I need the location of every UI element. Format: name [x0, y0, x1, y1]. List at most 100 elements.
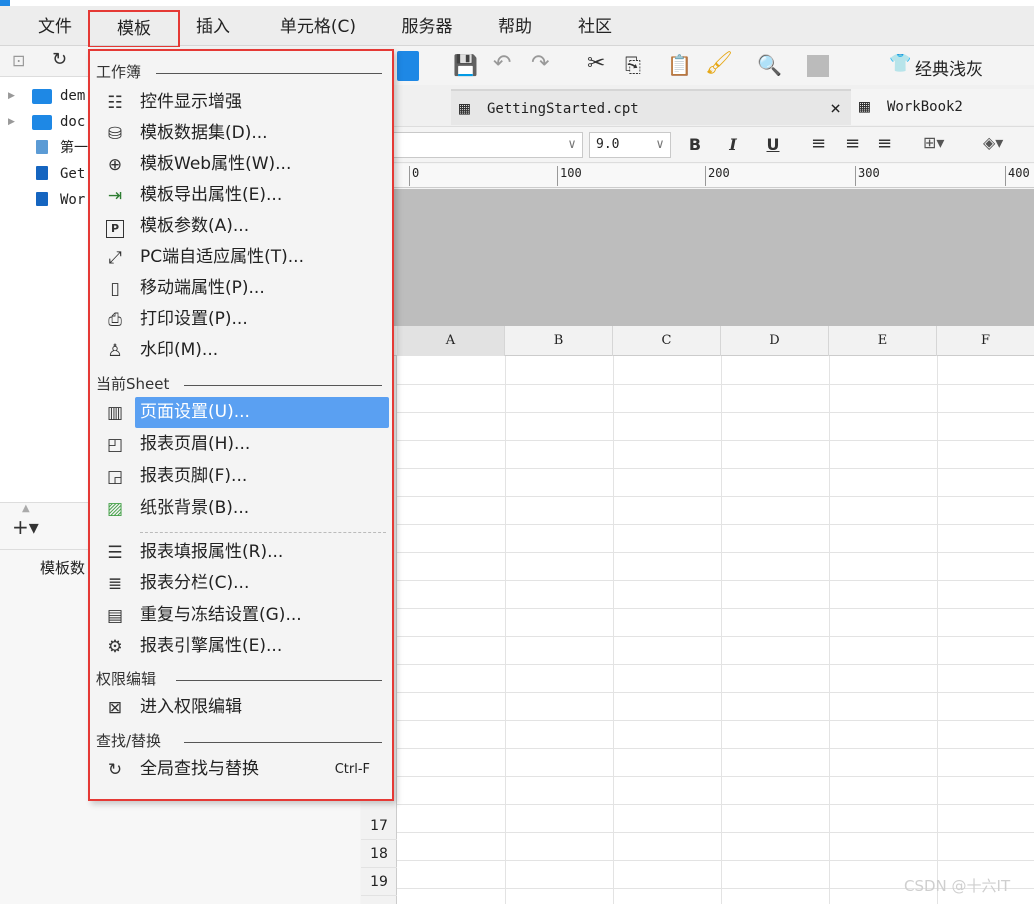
- parameter-icon: P: [104, 216, 126, 238]
- menu-item-engine-properties[interactable]: ⚙ 报表引擎属性(E)...: [90, 631, 392, 662]
- menu-item-label: 水印(M)...: [140, 340, 219, 360]
- expand-icon[interactable]: ▶: [8, 109, 15, 135]
- add-dataset-button[interactable]: +▾: [12, 515, 39, 539]
- font-name-select[interactable]: 本 ∨: [361, 132, 583, 158]
- menu-item-web-properties[interactable]: ⊕ 模板Web属性(W)...: [90, 149, 392, 180]
- column-header[interactable]: C: [613, 326, 721, 356]
- font-size-select[interactable]: 9.0 ∨: [589, 132, 671, 158]
- menu-item-permission-edit[interactable]: ⊠ 进入权限编辑: [90, 692, 392, 723]
- menu-file[interactable]: 文件: [30, 12, 80, 42]
- menu-item-label: 模板导出属性(E)...: [140, 185, 283, 205]
- preview-icon[interactable]: 🔍: [757, 53, 782, 77]
- copy-icon[interactable]: ⎘: [625, 53, 641, 77]
- menu-item-page-setup[interactable]: ▥ 页面设置(U)...: [90, 397, 392, 428]
- column-header[interactable]: D: [721, 326, 829, 356]
- menu-item-report-header[interactable]: ◰ 报表页眉(H)...: [90, 429, 392, 460]
- undo-icon[interactable]: ↶: [493, 51, 511, 76]
- column-header[interactable]: A: [397, 326, 505, 356]
- menu-item-watermark[interactable]: ♙ 水印(M)...: [90, 335, 392, 366]
- theme-label[interactable]: 经典浅灰: [915, 55, 983, 80]
- column-header[interactable]: F: [937, 326, 1034, 356]
- menu-insert[interactable]: 插入: [188, 12, 238, 42]
- align-center-icon[interactable]: ≡: [845, 133, 860, 154]
- menu-item-mobile-properties[interactable]: ▯ 移动端属性(P)...: [90, 273, 392, 304]
- export-icon: ⇥: [107, 186, 123, 206]
- menu-item-pc-adaptive[interactable]: ⤢ PC端自适应属性(T)...: [90, 242, 392, 273]
- fill-color-icon[interactable]: ◈▾: [983, 133, 1003, 152]
- grid-row-line: [397, 468, 1034, 469]
- menu-item-print-settings[interactable]: ⎙ 打印设置(P)...: [90, 304, 392, 335]
- row-header[interactable]: 17: [361, 812, 397, 840]
- tree-item-label: 第一: [60, 140, 88, 156]
- underline-button[interactable]: U: [761, 127, 785, 163]
- menu-item-paper-background[interactable]: ▨ 纸张背景(B)...: [90, 493, 392, 524]
- menu-item-label: 进入权限编辑: [140, 697, 242, 717]
- new-folder-icon[interactable]: ⊡: [12, 51, 25, 70]
- align-left-icon[interactable]: ≡: [811, 133, 826, 154]
- row-header[interactable]: 18: [361, 840, 397, 868]
- menu-item-export-properties[interactable]: ⇥ 模板导出属性(E)...: [90, 180, 392, 211]
- menu-item-widget-display[interactable]: ☷ 控件显示增强: [90, 87, 392, 118]
- designer-icon[interactable]: [397, 51, 419, 81]
- section-divider: [156, 73, 382, 74]
- border-icon[interactable]: ⊞▾: [923, 133, 944, 152]
- column-headers: A B C D E F: [361, 326, 1034, 356]
- collapse-up-icon[interactable]: ▲: [22, 503, 30, 514]
- column-header[interactable]: E: [829, 326, 937, 356]
- menu-item-shortcut: Ctrl-F: [334, 762, 370, 777]
- theme-icon[interactable]: 👕: [889, 53, 911, 74]
- spreadsheet-grid[interactable]: A B C D E F 17 18 19: [361, 326, 1034, 904]
- refresh-icon[interactable]: ↻: [52, 49, 67, 70]
- save-icon[interactable]: 💾: [453, 53, 478, 77]
- menu-item-label: 模板数据集(D)...: [140, 123, 268, 143]
- menu-item-report-columns[interactable]: ≣ 报表分栏(C)...: [90, 568, 392, 599]
- tree-item-label: Wor: [60, 192, 86, 208]
- menu-item-label: 页面设置(U)...: [135, 397, 389, 428]
- tab-getting-started[interactable]: ▦ GettingStarted.cpt ×: [451, 89, 851, 125]
- bold-button[interactable]: B: [683, 127, 707, 163]
- menu-community[interactable]: 社区: [570, 12, 620, 42]
- expand-icon[interactable]: ▶: [8, 83, 15, 109]
- file-icon: [36, 192, 48, 206]
- engine-icon: ⚙: [107, 637, 123, 657]
- menu-item-repeat-freeze[interactable]: ▤ 重复与冻结设置(G)...: [90, 600, 392, 631]
- freeze-icon: ▤: [106, 606, 124, 626]
- tab-label: WorkBook2: [887, 99, 963, 115]
- dataset-tab[interactable]: 模板数: [40, 557, 85, 578]
- menu-item-template-parameters[interactable]: P 模板参数(A)...: [90, 211, 392, 242]
- italic-button[interactable]: I: [721, 127, 745, 163]
- grid-row-line: [397, 692, 1034, 693]
- menu-item-report-footer[interactable]: ◲ 报表页脚(F)...: [90, 461, 392, 492]
- row-header[interactable]: 19: [361, 868, 397, 896]
- grid-row-line: [397, 580, 1034, 581]
- grid-col-line: [829, 356, 830, 904]
- search-replace-icon: ↻: [107, 760, 123, 780]
- align-right-icon[interactable]: ≡: [877, 133, 892, 154]
- menu-item-fill-properties[interactable]: ☰ 报表填报属性(R)...: [90, 537, 392, 568]
- close-tab-icon[interactable]: ×: [830, 91, 841, 127]
- menu-server[interactable]: 服务器: [392, 12, 462, 42]
- grid-icon[interactable]: [807, 55, 829, 77]
- image-icon: ▨: [106, 499, 124, 519]
- redo-icon[interactable]: ↷: [531, 51, 549, 76]
- folder-icon: [32, 115, 52, 130]
- menu-template[interactable]: 模板: [88, 10, 180, 48]
- menu-item-template-dataset[interactable]: ⛁ 模板数据集(D)...: [90, 118, 392, 149]
- menu-help[interactable]: 帮助: [490, 12, 540, 42]
- menu-cell[interactable]: 单元格(C): [268, 12, 368, 42]
- column-header[interactable]: B: [505, 326, 613, 356]
- grid-row-line: [397, 832, 1034, 833]
- paste-icon[interactable]: 📋: [667, 53, 692, 77]
- grid-col-line: [505, 356, 506, 904]
- cut-icon[interactable]: ✂: [587, 51, 605, 76]
- section-title-current-sheet: 当前Sheet: [96, 375, 170, 393]
- grid-col-line: [613, 356, 614, 904]
- menu-item-label: 全局查找与替换: [140, 759, 259, 779]
- format-painter-icon[interactable]: 🖌: [705, 51, 733, 76]
- page-header-area: [361, 189, 1034, 326]
- tab-workbook2[interactable]: ▦ WorkBook2: [851, 89, 1034, 125]
- menu-item-find-replace[interactable]: ↻ 全局查找与替换 Ctrl-F: [90, 754, 392, 785]
- menu-item-label: PC端自适应属性(T)...: [140, 247, 304, 267]
- menu-item-label: 重复与冻结设置(G)...: [140, 605, 302, 625]
- grid-row-line: [397, 524, 1034, 525]
